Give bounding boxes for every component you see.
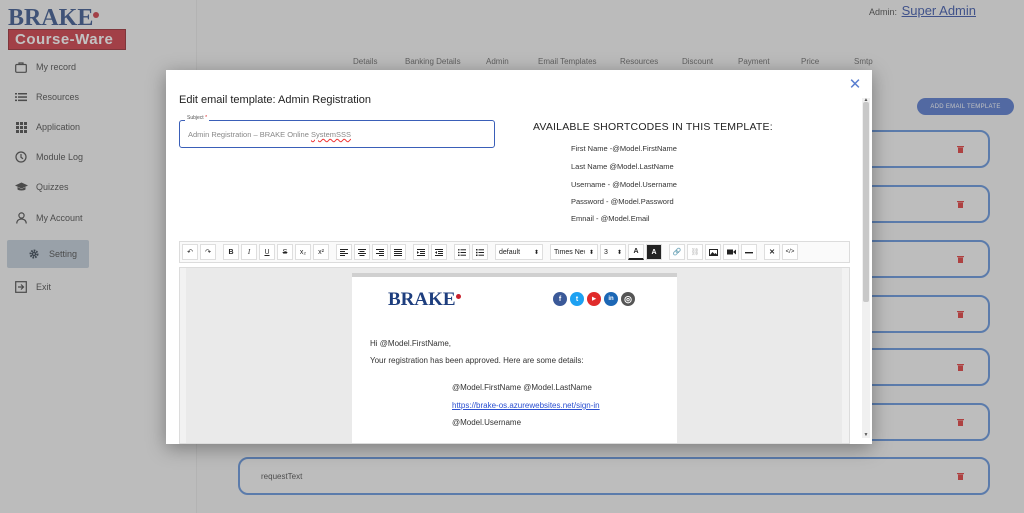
shortcode-item: Emnail - @Model.Email — [571, 214, 650, 223]
dialog-title: Edit email template: Admin Registration — [179, 94, 371, 106]
email-brand-logo: BRAKE — [388, 289, 461, 311]
subject-input-value[interactable]: Admin Registration – BRAKE Online System… — [188, 130, 351, 139]
social-links: f t ▶ in ◎ — [553, 292, 638, 306]
video-icon[interactable] — [723, 244, 739, 260]
rich-text-editor[interactable]: BRAKE f t ▶ in ◎ Hi @Model.FirstName, Yo… — [179, 267, 850, 444]
email-sign-in-link[interactable]: https://brake-os.azurewebsites.net/sign-… — [452, 401, 600, 410]
chevron-updown-icon: ⬍ — [533, 249, 539, 256]
facebook-icon[interactable]: f — [553, 292, 567, 306]
scroll-thumb[interactable] — [863, 102, 869, 302]
instagram-icon[interactable]: ◎ — [621, 292, 635, 306]
redo-button[interactable]: ↷ — [200, 244, 216, 260]
shortcode-item: Password - @Model.Password — [571, 197, 674, 206]
email-greeting: Hi @Model.FirstName, — [370, 339, 452, 348]
dialog-scrollbar[interactable]: ▲ ▼ — [862, 97, 870, 438]
scroll-down-icon[interactable]: ▼ — [862, 432, 870, 438]
superscript-button[interactable]: x² — [313, 244, 329, 260]
align-justify-button[interactable] — [390, 244, 406, 260]
shortcodes-heading: AVAILABLE SHORTCODES IN THIS TEMPLATE: — [533, 121, 773, 133]
font-family-select[interactable]: Times New R⬍ — [550, 244, 598, 260]
italic-button[interactable]: I — [241, 244, 257, 260]
twitter-icon[interactable]: t — [570, 292, 584, 306]
youtube-icon[interactable]: ▶ — [587, 292, 601, 306]
editor-toolbar: ↶ ↷ B I U S x₂ x² default⬍ Times New R⬍ … — [179, 241, 850, 263]
numbered-list-button[interactable] — [472, 244, 488, 260]
subscript-button[interactable]: x₂ — [295, 244, 311, 260]
shortcode-item: First Name -@Model.FirstName — [571, 144, 677, 153]
strikethrough-button[interactable]: S — [277, 244, 293, 260]
email-intro: Your registration has been approved. Her… — [370, 356, 584, 365]
horizontal-rule-icon[interactable] — [741, 244, 757, 260]
unlink-icon[interactable]: ⛓ — [687, 244, 703, 260]
edit-template-dialog: Edit email template: Admin Registration … — [166, 70, 872, 444]
font-size-select[interactable]: 3 ⬍ — [600, 244, 626, 260]
linkedin-icon[interactable]: in — [604, 292, 618, 306]
shortcode-item: Last Name @Model.LastName — [571, 162, 674, 171]
align-right-button[interactable] — [372, 244, 388, 260]
shortcode-item: Username - @Model.Username — [571, 180, 677, 189]
email-preview: BRAKE f t ▶ in ◎ Hi @Model.FirstName, Yo… — [352, 273, 677, 443]
outdent-button[interactable] — [431, 244, 447, 260]
align-center-button[interactable] — [354, 244, 370, 260]
chevron-updown-icon: ⬍ — [616, 249, 622, 256]
bold-button[interactable]: B — [223, 244, 239, 260]
indent-button[interactable] — [413, 244, 429, 260]
align-left-button[interactable] — [336, 244, 352, 260]
link-icon[interactable]: 🔗 — [669, 244, 685, 260]
chevron-updown-icon: ⬍ — [588, 249, 594, 256]
font-color-button[interactable]: A — [628, 244, 644, 260]
remove-format-button[interactable]: ✕ — [764, 244, 780, 260]
underline-button[interactable]: U — [259, 244, 275, 260]
bullet-list-button[interactable] — [454, 244, 470, 260]
subject-field[interactable]: Subject * Admin Registration – BRAKE Onl… — [179, 115, 495, 148]
image-icon[interactable] — [705, 244, 721, 260]
email-preview-background: BRAKE f t ▶ in ◎ Hi @Model.FirstName, Yo… — [186, 268, 842, 443]
subject-label: Subject * — [185, 115, 210, 121]
undo-button[interactable]: ↶ — [182, 244, 198, 260]
paragraph-style-select[interactable]: default ⬍ — [495, 244, 543, 260]
email-username-line: @Model.Username — [452, 418, 522, 427]
close-icon[interactable]: ✕ — [848, 77, 862, 92]
code-view-button[interactable]: </> — [782, 244, 798, 260]
highlight-color-button[interactable]: A — [646, 244, 662, 260]
email-name-line: @Model.FirstName @Model.LastName — [452, 383, 592, 392]
